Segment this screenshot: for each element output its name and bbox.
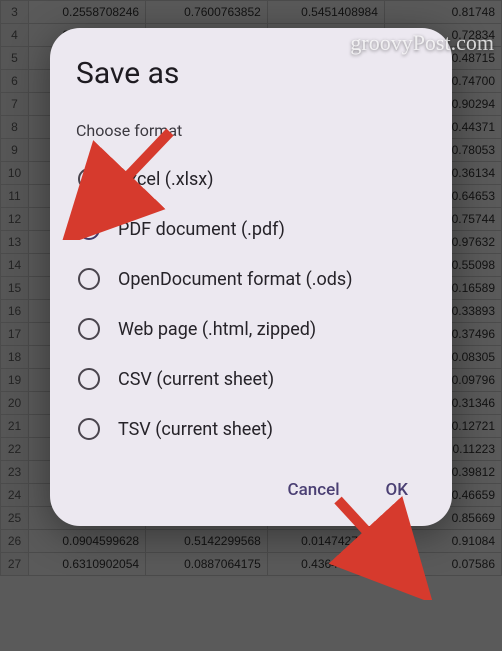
radio-unselected-icon <box>78 168 100 190</box>
radio-unselected-icon <box>78 368 100 390</box>
radio-selected-icon <box>78 218 100 240</box>
format-option-label: PDF document (.pdf) <box>118 219 285 240</box>
choose-format-label: Choose format <box>76 121 426 140</box>
radio-unselected-icon <box>78 418 100 440</box>
format-option[interactable]: Excel (.xlsx) <box>76 154 426 204</box>
cancel-button[interactable]: Cancel <box>281 472 345 508</box>
save-as-dialog: Save as Choose format Excel (.xlsx) PDF d… <box>50 28 452 526</box>
format-option-label: CSV (current sheet) <box>118 369 274 390</box>
format-option[interactable]: CSV (current sheet) <box>76 354 426 404</box>
dialog-actions: Cancel OK <box>76 472 426 508</box>
ok-button[interactable]: OK <box>380 472 414 508</box>
dialog-title: Save as <box>76 56 426 91</box>
format-option[interactable]: PDF document (.pdf) <box>76 204 426 254</box>
format-radio-group: Excel (.xlsx) PDF document (.pdf) OpenDocu… <box>76 154 426 454</box>
format-option[interactable]: TSV (current sheet) <box>76 404 426 454</box>
format-option-label: Web page (.html, zipped) <box>118 319 316 340</box>
format-option-label: Excel (.xlsx) <box>118 169 214 190</box>
format-option[interactable]: OpenDocument format (.ods) <box>76 254 426 304</box>
radio-unselected-icon <box>78 318 100 340</box>
format-option-label: TSV (current sheet) <box>118 419 273 440</box>
format-option[interactable]: Web page (.html, zipped) <box>76 304 426 354</box>
radio-dot-icon <box>83 223 95 235</box>
format-option-label: OpenDocument format (.ods) <box>118 269 352 290</box>
radio-unselected-icon <box>78 268 100 290</box>
